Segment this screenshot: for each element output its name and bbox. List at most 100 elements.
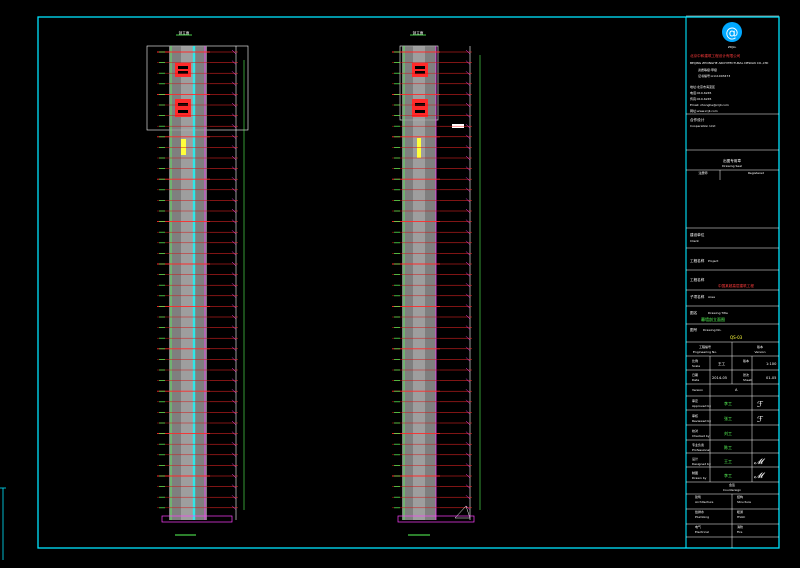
checked-label: 校对 <box>692 428 698 433</box>
version-value: A <box>735 388 738 392</box>
logo-caption: ZRJLL <box>728 45 737 49</box>
arch-en: Architecture <box>695 500 714 504</box>
client-label: 建设单位 <box>690 232 705 237</box>
elevation-left-yellow-marker <box>181 139 186 155</box>
cad-drawing-viewport[interactable]: 剖立面 剖立面 @ ZRJLL 北京中和建筑工程设计有限公司 BEIJING Z… <box>0 0 800 568</box>
project-label: 工程名称 <box>690 258 705 263</box>
seal-en: Drawing Seal <box>722 164 742 168</box>
sheet-value: 01-05 <box>766 376 776 380</box>
struct-label: 结构 <box>737 494 743 499</box>
elevation-right-core <box>413 46 425 520</box>
drawn-name: 李工 <box>724 472 732 478</box>
elevation-right[interactable]: 剖立面 <box>392 30 481 536</box>
drawing-title: 幕墙剖立面图 <box>701 316 725 322</box>
drawn-label: 制图 <box>692 470 698 475</box>
sheet-label: 张次 <box>743 372 749 377</box>
reviewed-signature: ℱ <box>757 415 763 424</box>
countersign-en: Countersign <box>723 488 741 492</box>
hvac-en: HVAC <box>737 515 745 519</box>
drawing-number-label: 图号 <box>690 327 698 332</box>
company-address: 地址:北京市海淀区 <box>690 84 715 89</box>
version-en: Version <box>754 350 765 354</box>
area-label: 子项名称 <box>690 294 705 299</box>
elevation-left-section-mark-1 <box>175 63 191 77</box>
professional-label: 专业负责 <box>692 442 704 447</box>
fire-en: Fire <box>737 530 743 534</box>
company-name-cn: 北京中和建筑工程设计有限公司 <box>690 53 741 58</box>
professional-name: 陈工 <box>724 444 732 450</box>
designed-en: Designed by <box>692 462 711 466</box>
date-label: 日期 <box>692 372 698 377</box>
plumb-label: 给排水 <box>695 509 704 514</box>
scale-en: Scale <box>692 364 700 368</box>
elevation-left-title: 剖立面 <box>179 30 190 35</box>
version-field-label: 版本 <box>743 358 749 363</box>
reviewed-en: Reviewed by <box>692 419 711 423</box>
designed-signature: 𝓜 <box>754 457 766 466</box>
elevation-right-yellow-marker <box>417 138 421 158</box>
project-name: 中国某超高层建筑工程 <box>718 283 754 288</box>
name-1: 王工 <box>718 362 726 366</box>
date-en: Date <box>692 378 699 382</box>
version-label: 版本 <box>757 344 763 349</box>
elec-en: Electrical <box>695 530 709 534</box>
drawing-title-label: 图名 <box>690 310 698 315</box>
area-en: Area <box>708 295 715 299</box>
client-en: Client <box>690 239 700 243</box>
engineering-number-label: 工程编号 <box>699 344 711 349</box>
arch-label: 建筑 <box>695 494 701 499</box>
elevation-right-section-mark-1 <box>412 63 428 77</box>
reviewed-label: 审核 <box>692 413 698 418</box>
elevation-left[interactable]: 剖立面 <box>146 30 249 536</box>
date-value: 2014-05 <box>712 376 727 380</box>
drawing-sheet: 剖立面 剖立面 @ ZRJLL 北京中和建筑工程设计有限公司 BEIJING Z… <box>0 15 780 560</box>
project-name-label: 工程名称 <box>690 277 705 282</box>
approved-en: Approved by <box>692 404 711 408</box>
company-logo: @ ZRJLL <box>722 22 742 49</box>
elevation-left-section-mark-2 <box>175 99 191 117</box>
approved-signature: ℱ <box>757 400 763 409</box>
elevation-right-section-mark-2 <box>412 99 428 117</box>
drawing-number-en: Drawing No. <box>703 328 721 332</box>
designed-label: 设计 <box>692 456 698 461</box>
company-name-en: BEIJING ZHONGHE ARCHITECTURAL DESIGN CO.… <box>690 61 769 65</box>
checked-en: Checked by <box>692 434 710 438</box>
title-block[interactable]: @ ZRJLL 北京中和建筑工程设计有限公司 BEIJING ZHONGHE A… <box>686 15 779 548</box>
scale-value: 1:100 <box>766 362 777 366</box>
project-en: Project <box>708 259 719 263</box>
company-email: Email: zhonghe@zrjll.com <box>690 103 729 107</box>
scale-label: 比例 <box>692 358 698 363</box>
reviewed-name: 张工 <box>724 415 732 421</box>
checked-name: 刘工 <box>724 430 732 436</box>
professional-en: Professional <box>692 448 710 452</box>
certificate-label: 资质等级:甲级 <box>698 67 717 72</box>
elec-label: 电气 <box>695 524 701 529</box>
company-web: 网址:www.zrjll.com <box>690 108 718 113</box>
fire-label: 消防 <box>737 524 743 529</box>
stamp-en: Registered <box>748 171 764 175</box>
consultant-en: Cooperation Unit <box>690 124 716 128</box>
struct-en: Structure <box>737 500 751 504</box>
drawn-en: Drawn by <box>692 476 707 480</box>
drawing-number: QS-03 <box>730 335 743 340</box>
approved-label: 审定 <box>692 398 698 403</box>
designed-name: 王工 <box>724 459 732 464</box>
plumb-en: Plumbing <box>695 515 709 519</box>
engineering-number-en: Engineering No. <box>693 350 717 354</box>
consultant-label: 合作设计 <box>690 117 705 122</box>
version-row-label: Version <box>692 388 703 392</box>
hvac-label: 暖通 <box>737 509 743 514</box>
drawing-title-en: Drawing Title <box>708 311 728 315</box>
elevation-right-title: 剖立面 <box>413 30 424 35</box>
countersign-label: 会签 <box>729 482 735 487</box>
title-block-grid <box>686 15 779 548</box>
stamp-label: 注册师 <box>698 170 707 175</box>
certificate-number: 证书编号:A111003473 <box>698 73 730 78</box>
drawn-signature: 𝓜 <box>754 471 766 480</box>
at-icon: @ <box>726 26 739 41</box>
company-tel: 电话:010-6245 <box>690 90 712 95</box>
company-fax: 传真:010-6245 <box>690 96 712 101</box>
approved-name: 李工 <box>724 400 732 406</box>
sheet-en: Sheet <box>743 378 752 382</box>
seal-label: 出图专用章 <box>723 158 741 163</box>
